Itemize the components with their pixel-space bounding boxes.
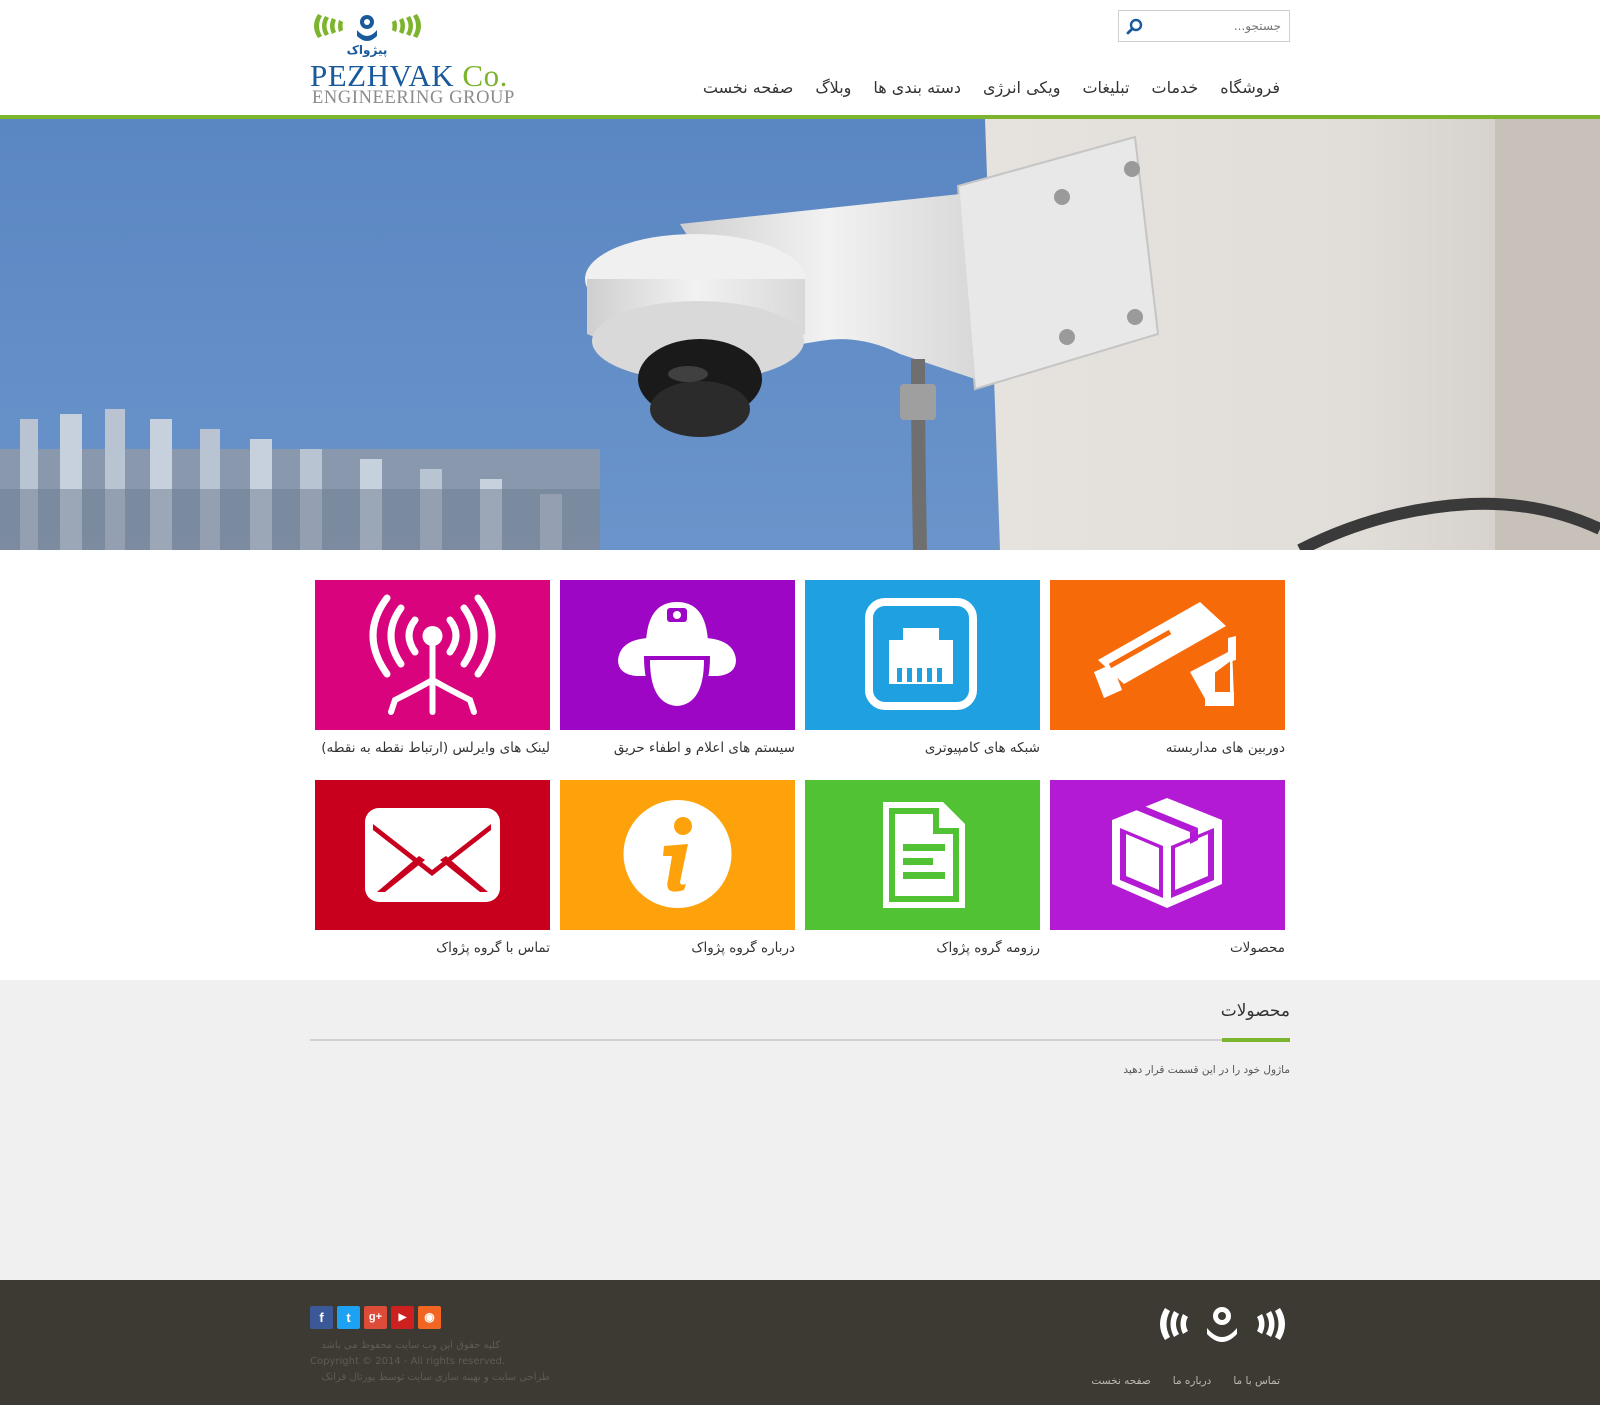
search-icon[interactable] — [1126, 18, 1144, 36]
wireless-antenna-icon — [315, 580, 550, 730]
info-icon — [560, 780, 795, 930]
tile-wireless[interactable] — [315, 580, 550, 730]
tile-label-contact[interactable]: تماس با گروه پژواک — [310, 940, 550, 956]
tile-label-products[interactable]: محصولات — [1045, 940, 1285, 956]
footer-logo-icon[interactable] — [1155, 1302, 1290, 1350]
tile-about[interactable] — [560, 780, 795, 930]
tile-label-resume[interactable]: رزومه گروه پژواک — [800, 940, 1040, 956]
section-body: ماژول خود را در این قسمت قرار دهید — [1123, 1064, 1290, 1076]
footer-credit[interactable]: طراحی سایت و بهینه سازی سایت توسط پورتال… — [310, 1372, 550, 1383]
tile-label-about[interactable]: درباره گروه پژواک — [555, 940, 795, 956]
network-port-icon — [805, 580, 1040, 730]
tile-fire-alarm[interactable] — [560, 580, 795, 730]
youtube-icon[interactable]: ▶ — [391, 1306, 414, 1329]
nav-item-services[interactable]: خدمات — [1152, 78, 1199, 97]
hero-banner — [0, 119, 1600, 550]
site-header: پیژواک PEZHVAK Co. ENGINEERING GROUP صفح… — [0, 0, 1600, 116]
nav-item-shop[interactable]: فروشگاه — [1220, 78, 1280, 97]
hero-image — [0, 119, 1600, 550]
tile-label-wireless[interactable]: لینک های وایرلس (ارتباط نقطه به نقطه) — [310, 740, 550, 756]
footer-rights: کلیه حقوق این وب سایت محفوظ می باشد — [321, 1340, 500, 1351]
tile-networks[interactable] — [805, 580, 1040, 730]
nav-item-ads[interactable]: تبلیغات — [1082, 78, 1129, 97]
main-nav: صفحه نخست وبلاگ دسته بندی ها ویکی انرژی … — [703, 78, 1280, 97]
document-icon — [805, 780, 1040, 930]
footer-copyright: Copyright © 2014 - All rights reserved. — [310, 1356, 506, 1367]
section-divider — [310, 1039, 1290, 1041]
firefighter-helmet-icon — [560, 580, 795, 730]
tile-label-networks[interactable]: شبکه های کامپیوتری — [800, 740, 1040, 756]
cctv-camera-icon — [1050, 580, 1285, 730]
search-input[interactable] — [1151, 16, 1281, 36]
nav-item-categories[interactable]: دسته بندی ها — [873, 78, 961, 97]
section-accent — [1222, 1038, 1290, 1042]
tile-label-cctv[interactable]: دوربین های مداربسته — [1045, 740, 1285, 756]
logo-wordmark: پیژواک — [347, 43, 388, 58]
footer-link-home[interactable]: صفحه نخست — [1091, 1375, 1150, 1387]
box-icon — [1050, 780, 1285, 930]
site-logo[interactable]: پیژواک PEZHVAK Co. ENGINEERING GROUP — [310, 8, 530, 108]
search-box[interactable] — [1118, 10, 1290, 42]
google-plus-icon[interactable]: g+ — [364, 1306, 387, 1329]
footer-link-contact[interactable]: تماس با ما — [1233, 1375, 1280, 1387]
tile-label-fire-alarm[interactable]: سیستم های اعلام و اطفاء حریق — [555, 740, 795, 756]
section-title: محصولات — [1220, 1001, 1290, 1021]
nav-item-home[interactable]: صفحه نخست — [703, 78, 793, 97]
facebook-icon[interactable]: f — [310, 1306, 333, 1329]
products-section: محصولات ماژول خود را در این قسمت قرار ده… — [0, 980, 1600, 1280]
site-footer: f t g+ ▶ ◉ کلیه حقوق این وب سایت محفوظ م… — [0, 1280, 1600, 1405]
logo-emblem-icon: پیژواک — [314, 14, 421, 58]
footer-links: صفحه نخست درباره ما تماس با ما — [1091, 1375, 1280, 1387]
tile-contact[interactable] — [315, 780, 550, 930]
tile-products[interactable] — [1050, 780, 1285, 930]
tile-cctv[interactable] — [1050, 580, 1285, 730]
logo-tagline: ENGINEERING GROUP — [312, 88, 515, 108]
rss-icon[interactable]: ◉ — [418, 1306, 441, 1329]
mail-icon — [315, 780, 550, 930]
footer-link-about[interactable]: درباره ما — [1173, 1375, 1212, 1387]
tile-resume[interactable] — [805, 780, 1040, 930]
nav-item-energy-wiki[interactable]: ویکی انرژی — [983, 78, 1060, 97]
twitter-icon[interactable]: t — [337, 1306, 360, 1329]
nav-item-blog[interactable]: وبلاگ — [815, 78, 851, 97]
